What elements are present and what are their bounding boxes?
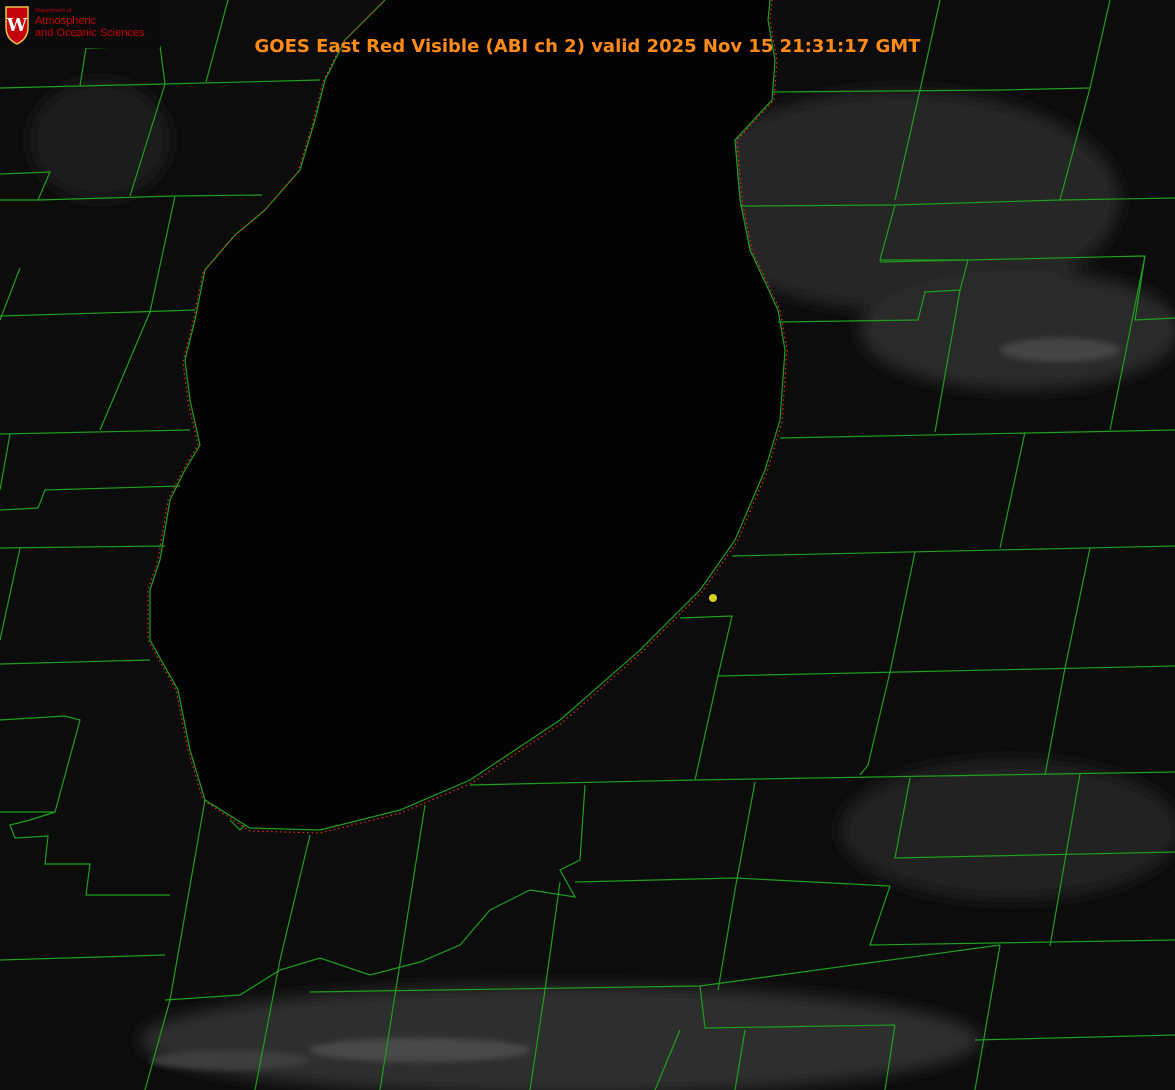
location-marker bbox=[709, 594, 717, 602]
logo-line1: Atmospheric bbox=[35, 15, 97, 27]
logo-department: Department of bbox=[35, 8, 72, 14]
map-title: GOES East Red Visible (ABI ch 2) valid 2… bbox=[254, 36, 921, 57]
satellite-map bbox=[0, 0, 1175, 1090]
seal-letter: W bbox=[6, 15, 28, 36]
